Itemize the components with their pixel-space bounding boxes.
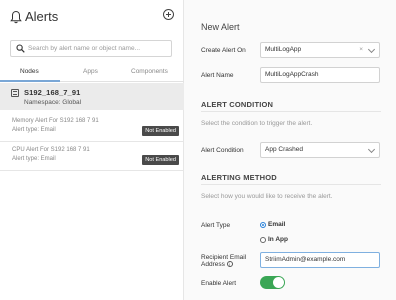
bell-icon (10, 10, 22, 24)
create-on-label: Create Alert On (201, 47, 246, 54)
sidebar-header: Alerts (10, 8, 178, 28)
chevron-down-icon (367, 145, 376, 154)
active-tab-indicator (0, 80, 60, 82)
chevron-down-icon (367, 45, 376, 54)
add-alert-button[interactable] (163, 9, 174, 20)
alert-name-label: Alert Name (201, 72, 234, 79)
recipient-email-value: StriimAdmin@example.com (265, 256, 346, 263)
new-alert-form: New Alert Create Alert On MultiLogApp × … (184, 0, 396, 300)
create-on-value: MultiLogApp (265, 46, 302, 53)
form-title: New Alert (201, 22, 240, 32)
recipient-label-line2: Address (201, 261, 225, 268)
recipient-email-field[interactable]: StriimAdmin@example.com (260, 252, 380, 268)
status-badge: Not Enabled (142, 126, 179, 136)
alert-type: Alert type: Email (12, 127, 56, 133)
condition-section-subtitle: Select the condition to trigger the aler… (201, 120, 313, 127)
alert-type: Alert type: Email (12, 156, 56, 162)
alerts-sidebar: Alerts Nodes Apps Components S192_168_7_… (0, 0, 184, 300)
alert-name: CPU Alert For S192 168 7 91 (12, 147, 90, 153)
radio-in-app[interactable] (260, 237, 266, 243)
node-name: S192_168_7_91 (24, 88, 81, 97)
node-namespace: Namespace: Global (24, 99, 82, 106)
create-on-select[interactable]: MultiLogApp × (260, 42, 380, 58)
alert-name-field[interactable]: MultiLogAppCrash (260, 67, 380, 83)
divider (201, 111, 381, 112)
condition-select[interactable]: App Crashed (260, 142, 380, 158)
search-input[interactable] (28, 41, 168, 56)
method-section-subtitle: Select how you would like to receive the… (201, 193, 333, 200)
list-item[interactable]: CPU Alert For S192 168 7 91 Alert type: … (0, 142, 184, 171)
radio-email[interactable] (260, 222, 266, 228)
info-icon[interactable]: i (226, 261, 233, 268)
recipient-label-line1: Recipient Email (201, 254, 247, 261)
alert-type-label: Alert Type (201, 222, 231, 229)
tab-nodes[interactable]: Nodes (20, 68, 39, 75)
recipient-label: Recipient Email Address i (201, 254, 246, 268)
search-box (10, 40, 172, 57)
tab-apps[interactable]: Apps (83, 68, 98, 75)
enable-alert-label: Enable Alert (201, 280, 237, 287)
page-title: Alerts (25, 9, 59, 24)
enable-alert-toggle[interactable] (260, 276, 285, 289)
server-icon (11, 89, 19, 97)
radio-in-app-label[interactable]: In App (268, 236, 288, 243)
search-icon (16, 44, 25, 53)
condition-section-title: ALERT CONDITION (201, 100, 274, 109)
node-item[interactable]: S192_168_7_91 Namespace: Global (0, 83, 184, 110)
divider (201, 184, 381, 185)
alert-name: Memory Alert For S192 168 7 91 (12, 118, 99, 124)
alert-name-value: MultiLogAppCrash (265, 71, 319, 78)
condition-value: App Crashed (265, 146, 303, 153)
condition-label: Alert Condition (201, 147, 244, 154)
radio-email-label[interactable]: Email (268, 221, 285, 228)
method-section-title: ALERTING METHOD (201, 173, 277, 182)
sidebar-tabs: Nodes Apps Components (0, 66, 184, 82)
clear-icon[interactable]: × (359, 43, 363, 57)
status-badge: Not Enabled (142, 155, 179, 165)
tab-components[interactable]: Components (131, 68, 168, 75)
list-item[interactable]: Memory Alert For S192 168 7 91 Alert typ… (0, 113, 184, 142)
